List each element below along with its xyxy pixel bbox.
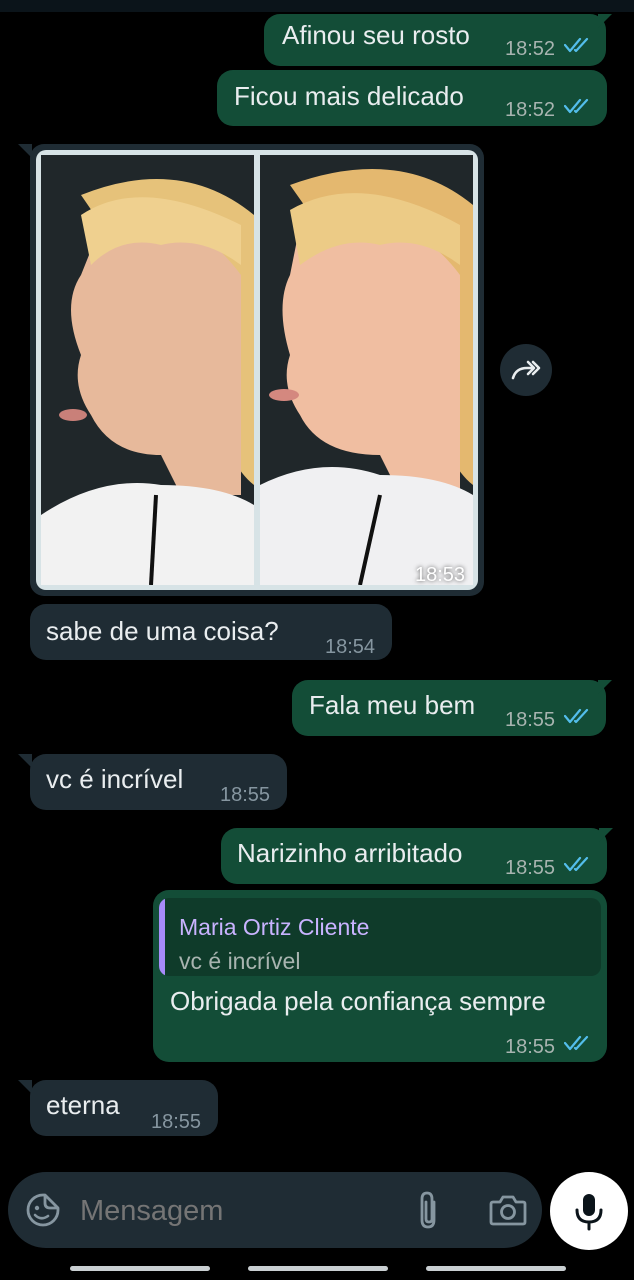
nav-bar-left[interactable] bbox=[70, 1266, 210, 1271]
message-text: Obrigada pela confiança sempre bbox=[170, 986, 546, 1016]
message-bubble-outgoing[interactable]: Narizinho arribitado 18:55 bbox=[221, 828, 613, 884]
message-text: Narizinho arribitado bbox=[237, 838, 463, 868]
message-time: 18:55 bbox=[505, 857, 556, 879]
forward-button[interactable] bbox=[500, 344, 552, 396]
camera-icon[interactable] bbox=[489, 1193, 527, 1227]
quoted-author: Maria Ortiz Cliente bbox=[179, 914, 370, 940]
double-check-icon bbox=[564, 1035, 589, 1051]
nav-bar-right[interactable] bbox=[426, 1266, 566, 1271]
status-bar-strip bbox=[0, 0, 634, 12]
voice-message-button[interactable] bbox=[550, 1172, 628, 1250]
image-time: 18:53 bbox=[415, 564, 466, 586]
before-after-photo[interactable]: 18:53 bbox=[36, 150, 478, 590]
face-profile-after bbox=[260, 155, 473, 585]
quoted-text: vc é incrível bbox=[179, 948, 301, 974]
quoted-message[interactable]: Maria Ortiz Cliente vc é incrível bbox=[159, 898, 601, 976]
message-bubble-outgoing[interactable]: Ficou mais delicado 18:52 bbox=[217, 70, 607, 126]
double-check-icon bbox=[564, 37, 589, 53]
bubble-tail bbox=[599, 828, 613, 842]
message-time: 18:55 bbox=[151, 1111, 202, 1133]
quote-accent-bar bbox=[159, 898, 165, 976]
forward-icon bbox=[511, 360, 541, 380]
message-time: 18:55 bbox=[505, 1036, 556, 1058]
message-text: eterna bbox=[46, 1090, 120, 1120]
message-bubble-incoming[interactable]: sabe de uma coisa? 18:54 bbox=[30, 604, 392, 660]
message-bubble-incoming[interactable]: vc é incrível 18:55 bbox=[30, 754, 287, 810]
message-bubble-outgoing-reply[interactable]: Maria Ortiz Cliente vc é incrível Obriga… bbox=[153, 890, 607, 1062]
message-bubble-incoming[interactable]: eterna 18:55 bbox=[30, 1080, 218, 1136]
sticker-icon[interactable] bbox=[24, 1191, 62, 1229]
message-time: 18:55 bbox=[505, 709, 556, 731]
message-input[interactable] bbox=[78, 1190, 402, 1232]
message-time: 18:52 bbox=[505, 38, 556, 60]
face-profile-before bbox=[41, 155, 254, 585]
paperclip-icon[interactable] bbox=[414, 1190, 444, 1230]
message-bubble-outgoing[interactable]: Fala meu bem 18:55 bbox=[292, 680, 612, 736]
double-check-icon bbox=[564, 856, 589, 872]
nav-bar-center[interactable] bbox=[248, 1266, 388, 1271]
message-time: 18:52 bbox=[505, 99, 556, 121]
message-time: 18:55 bbox=[220, 784, 271, 806]
double-check-icon bbox=[564, 708, 589, 724]
microphone-icon bbox=[575, 1194, 603, 1231]
image-message-bubble[interactable]: 18:53 bbox=[30, 144, 484, 596]
message-bubble-outgoing[interactable]: Afinou seu rosto 18:52 bbox=[264, 14, 612, 66]
message-text: sabe de uma coisa? bbox=[46, 616, 279, 646]
message-text: vc é incrível bbox=[46, 764, 184, 794]
message-text: Fala meu bem bbox=[309, 690, 476, 720]
double-check-icon bbox=[564, 98, 589, 114]
message-time: 18:54 bbox=[325, 636, 376, 658]
after-photo bbox=[260, 155, 473, 585]
message-text: Ficou mais delicado bbox=[234, 81, 464, 111]
message-text: Afinou seu rosto bbox=[282, 20, 470, 50]
bubble-tail bbox=[598, 680, 612, 694]
before-photo bbox=[41, 155, 254, 585]
bubble-tail bbox=[598, 14, 612, 28]
message-composer[interactable] bbox=[8, 1172, 542, 1248]
